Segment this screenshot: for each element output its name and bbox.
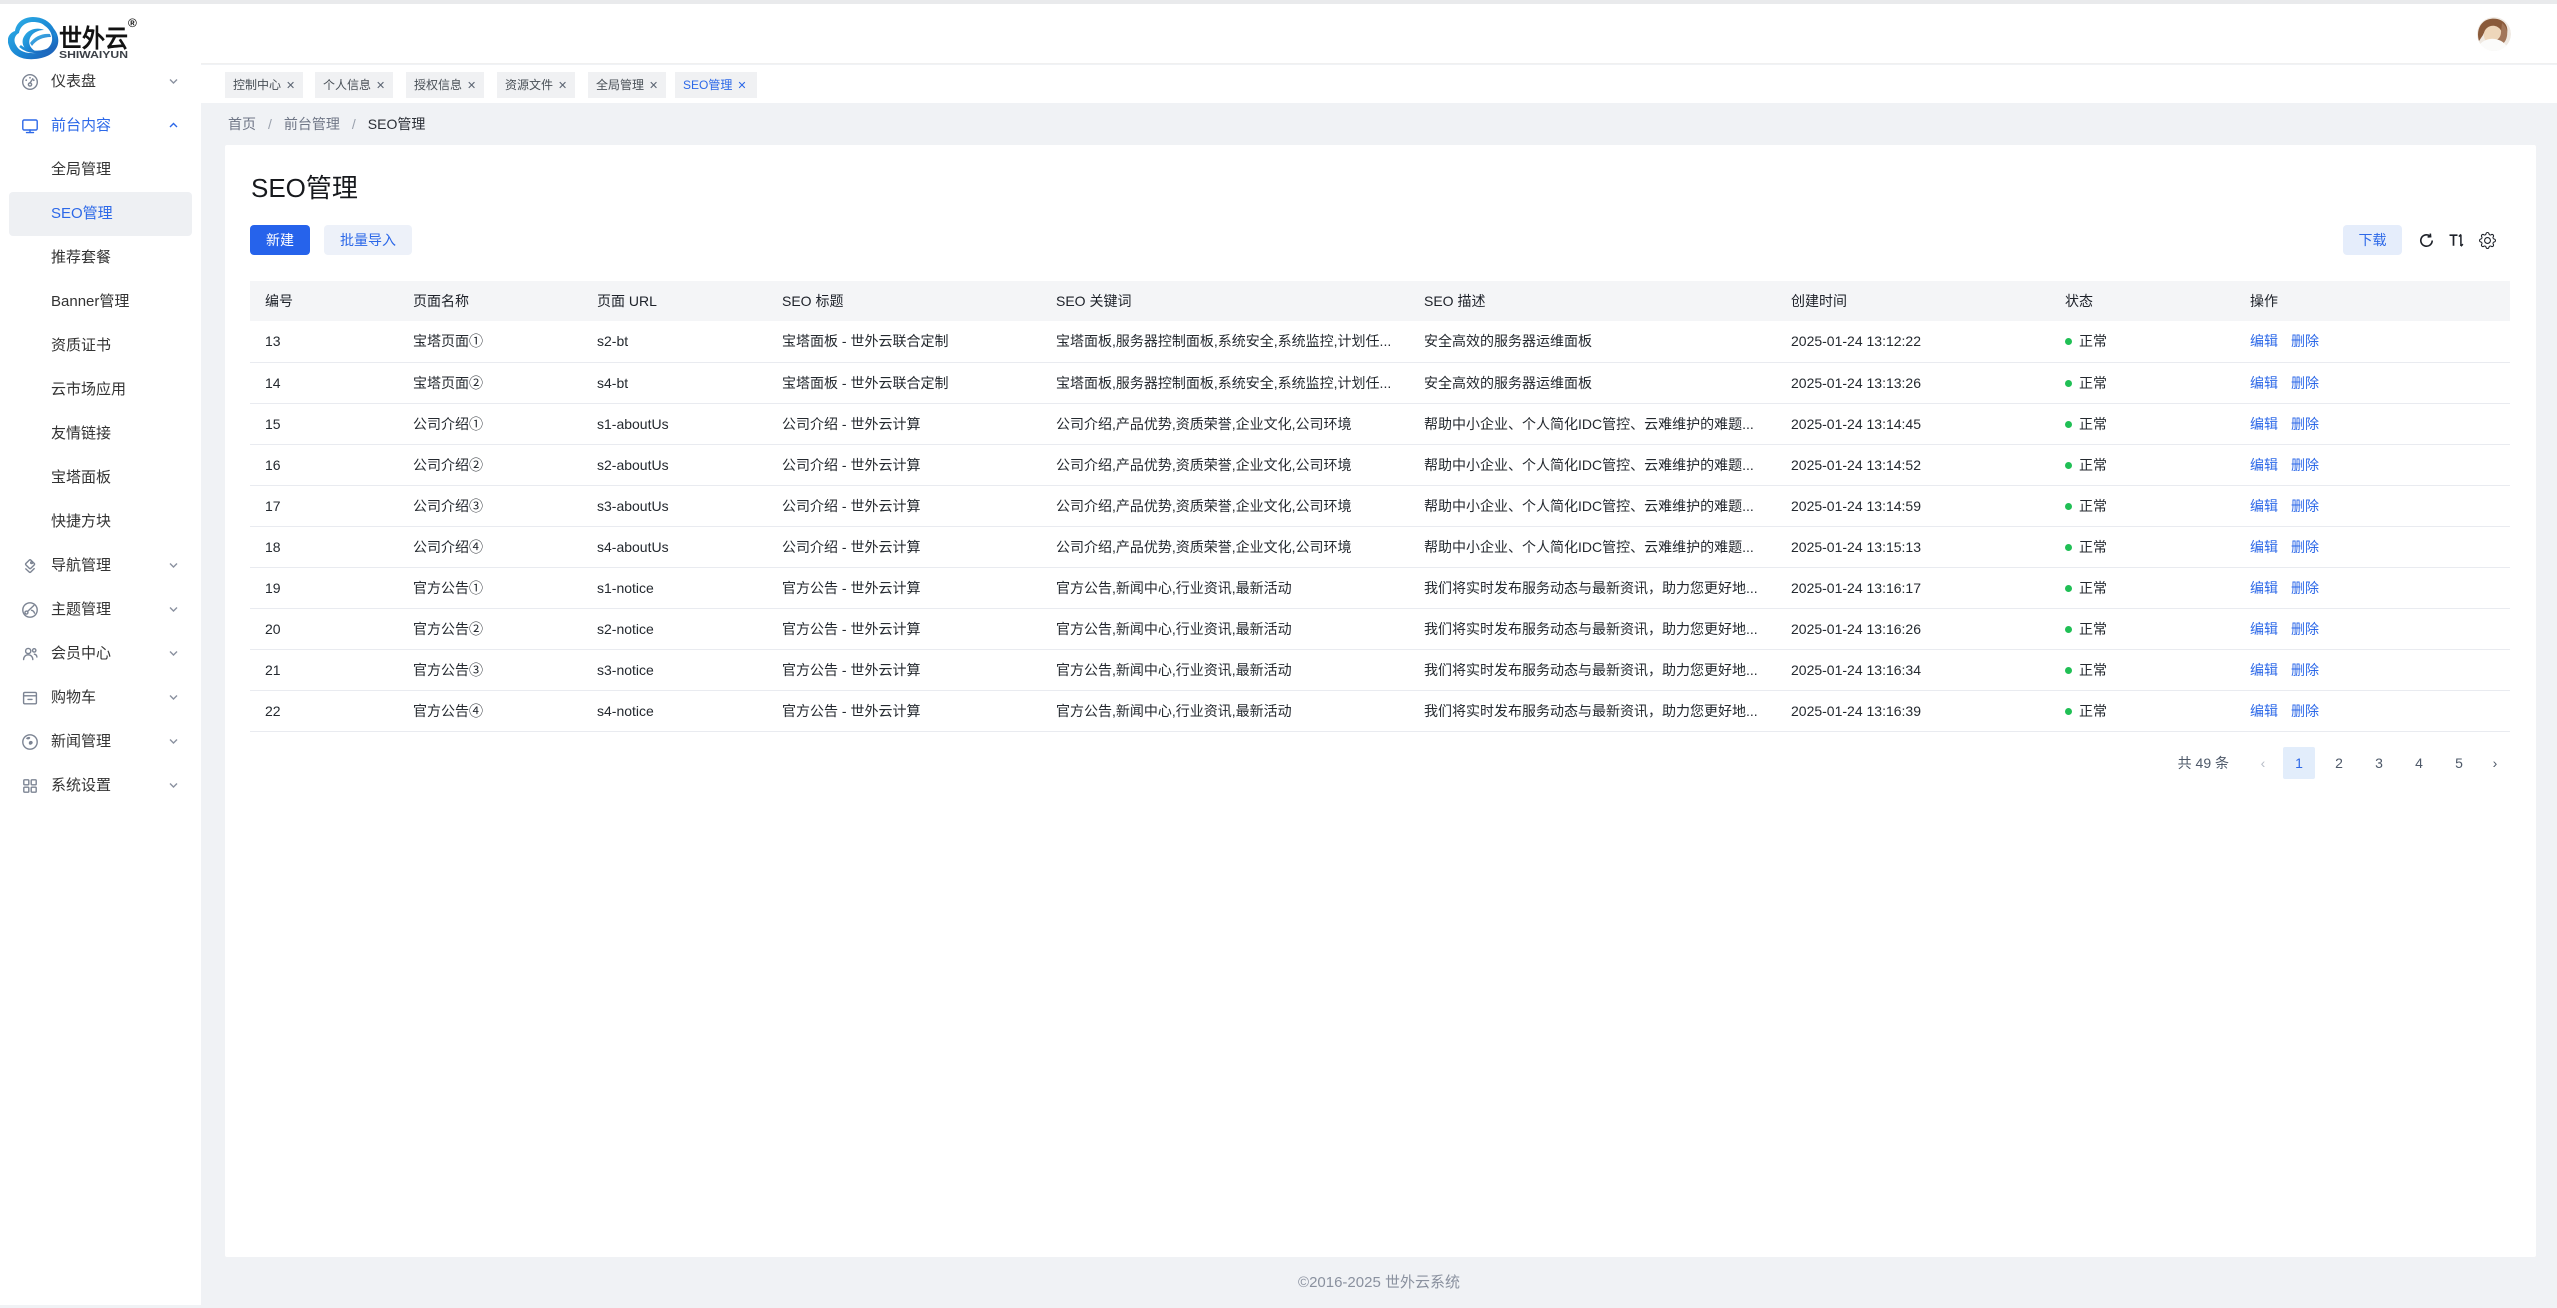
svg-text:®: ® (128, 16, 137, 30)
svg-text:世外云: 世外云 (59, 24, 128, 53)
